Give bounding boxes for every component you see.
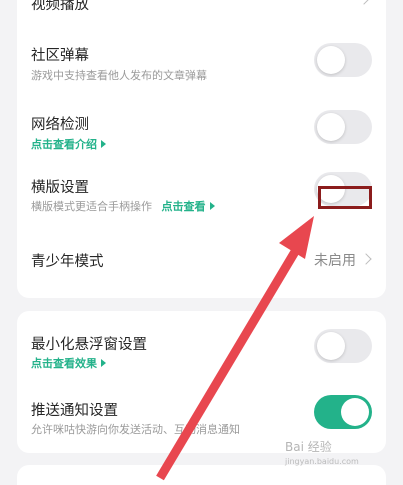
watermark-text: Bai 经验 [285, 440, 332, 454]
watermark-sub: jingyan.baidu.com [285, 457, 359, 466]
annotation-arrow-icon [156, 216, 314, 481]
watermark: Bai 经验 jingyan.baidu.com [285, 438, 359, 466]
highlight-box [318, 186, 372, 209]
